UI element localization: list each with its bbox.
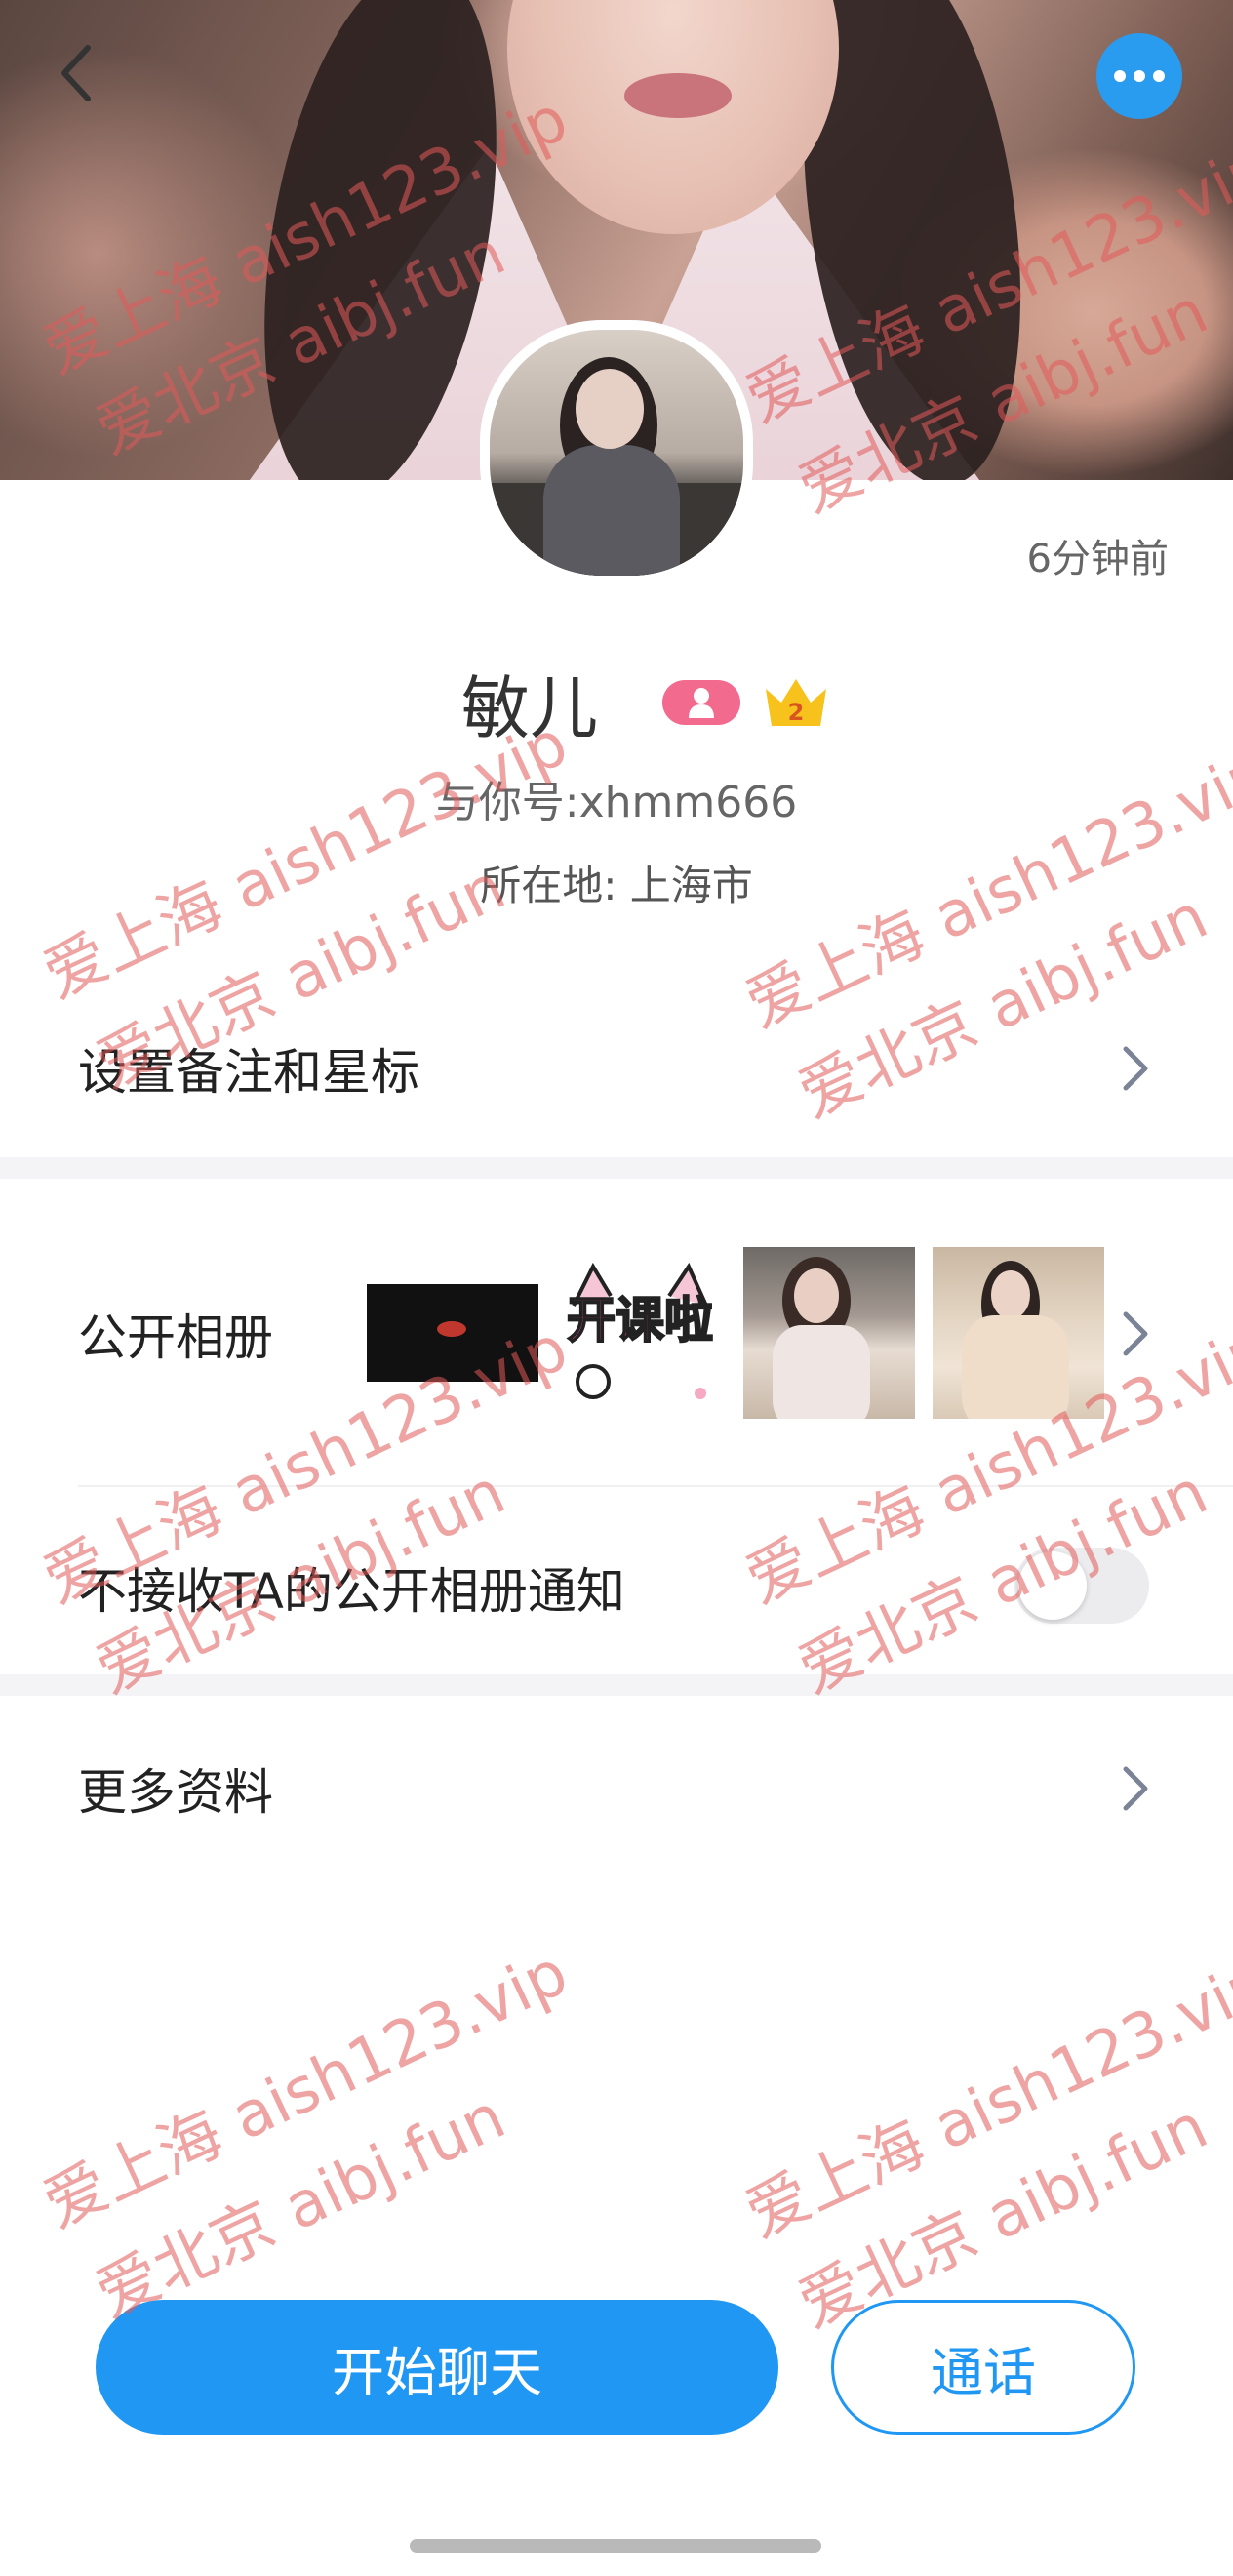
more-button[interactable] (1096, 33, 1182, 119)
back-button[interactable] (47, 39, 105, 107)
mute-album-toggle[interactable] (1014, 1548, 1149, 1624)
vip-crown-badge: 2 (762, 675, 830, 730)
chevron-left-icon (61, 45, 91, 101)
last-active-time: 6分钟前 (1026, 537, 1169, 582)
photo-dress (962, 1315, 1069, 1419)
kaike-sticker: 开课啦 (554, 1247, 726, 1419)
album-label: 公开相册 (78, 1309, 273, 1366)
chevron-right-icon (1123, 1311, 1148, 1356)
avatar-body (543, 445, 680, 576)
thumbnail-logo (437, 1321, 466, 1337)
avatar-head (576, 369, 644, 449)
start-chat-button[interactable]: 开始聊天 (96, 2300, 778, 2435)
album-thumbnail[interactable] (367, 1284, 538, 1382)
photo-face (794, 1268, 839, 1323)
more-horizontal-icon (1114, 70, 1165, 82)
location: 所在地: 上海市 (480, 862, 753, 909)
user-icon (689, 688, 714, 718)
crown-level: 2 (788, 699, 805, 726)
more-info-row[interactable]: 更多资料 (0, 1735, 1233, 1842)
avatar-image (490, 330, 743, 576)
mute-album-label: 不接收TA的公开相册通知 (78, 1563, 625, 1620)
sticker-text: 开课啦 (567, 1292, 713, 1348)
crown-icon: 2 (766, 679, 826, 726)
more-info-label: 更多资料 (78, 1764, 273, 1821)
gender-badge (662, 680, 740, 725)
chevron-right-icon (1123, 1766, 1148, 1811)
call-button[interactable]: 通话 (831, 2300, 1135, 2435)
section-divider (0, 1157, 1233, 1179)
home-indicator[interactable] (410, 2539, 821, 2553)
remark-row[interactable]: 设置备注和星标 (0, 1015, 1233, 1122)
avatar[interactable] (480, 320, 753, 585)
photo-dress (773, 1325, 870, 1419)
name-row: 敏儿 2 (0, 660, 1233, 748)
remark-label: 设置备注和星标 (78, 1044, 419, 1101)
album-thumbnail[interactable]: 开课啦 (554, 1247, 726, 1419)
photo-face (991, 1270, 1030, 1319)
profile-page: 6分钟前 敏儿 2 与你号:xhmm666 所在地: 上海市 设置备注和星标 公… (0, 0, 1233, 2576)
row-divider (78, 1485, 1233, 1487)
cover-lips (624, 73, 732, 118)
chevron-right-icon (1123, 1046, 1148, 1091)
toggle-knob (1018, 1551, 1087, 1620)
album-thumbnail[interactable] (743, 1247, 915, 1419)
profile-name: 敏儿 (461, 667, 598, 748)
album-thumbnail[interactable] (933, 1247, 1104, 1419)
user-id: 与你号:xhmm666 (435, 778, 798, 827)
section-divider (0, 1674, 1233, 1696)
